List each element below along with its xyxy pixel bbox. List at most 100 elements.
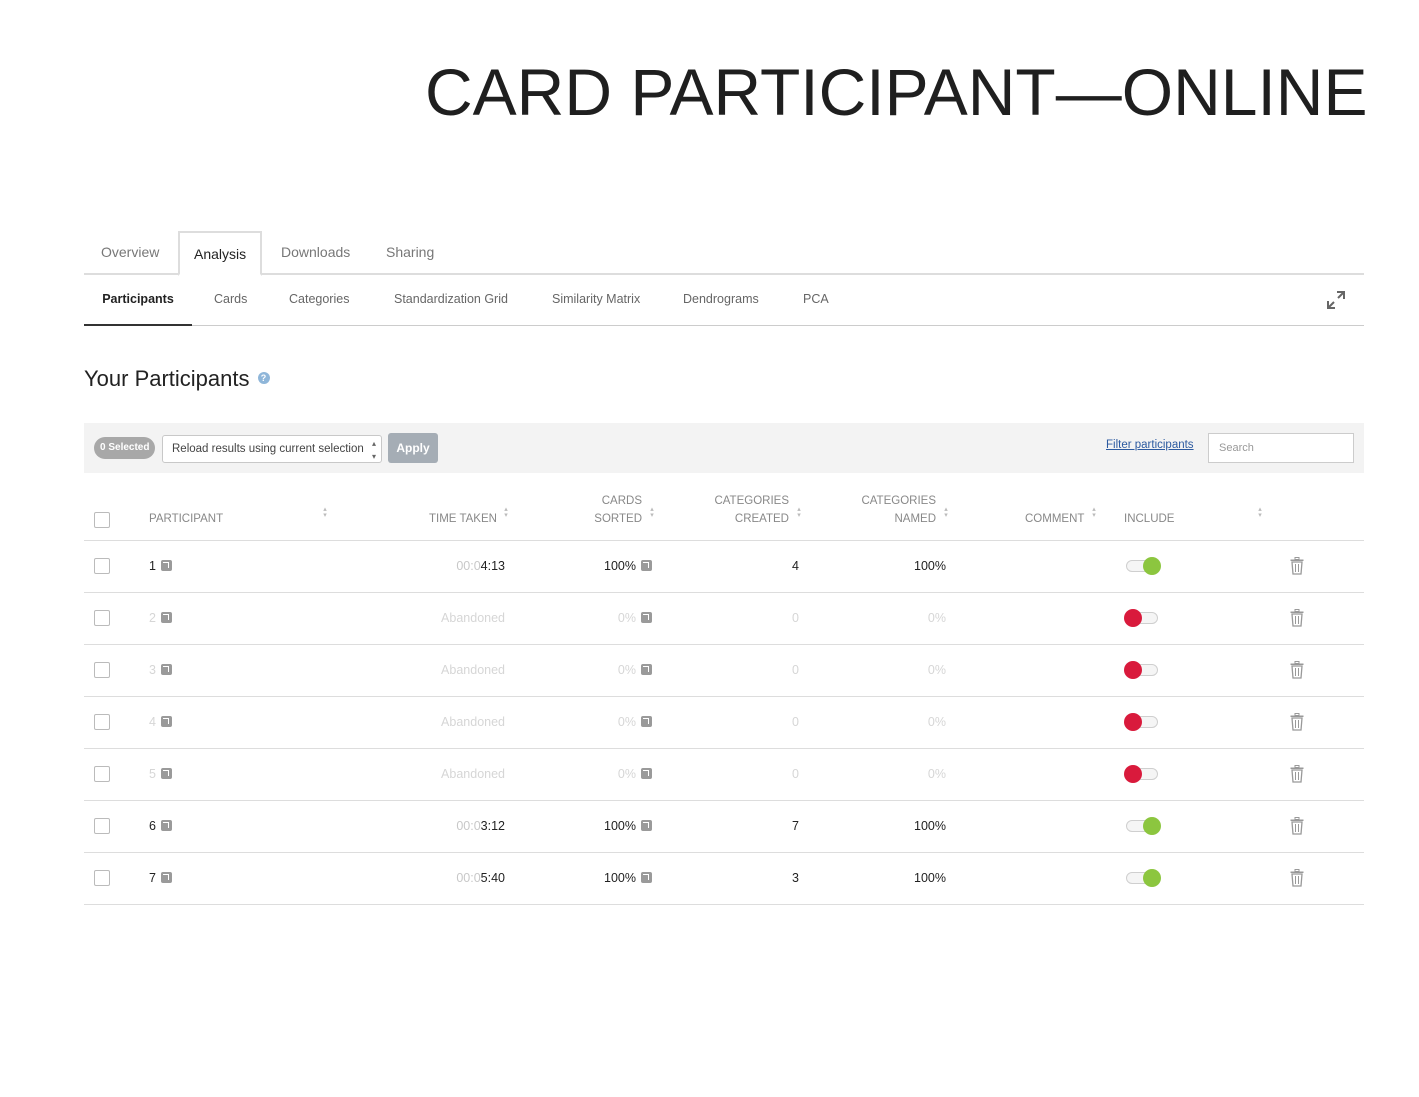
time-taken-cell: 00:04:13 (456, 541, 505, 591)
sort-time-icon[interactable]: ▴ ▾ (502, 506, 510, 519)
apply-button[interactable]: Apply (388, 433, 438, 463)
image-link-icon[interactable] (641, 560, 652, 572)
subtab-cards[interactable]: Cards (214, 276, 247, 326)
expand-arrows-icon[interactable] (1326, 290, 1346, 310)
toggle-knob (1143, 869, 1161, 887)
include-toggle[interactable] (1124, 661, 1160, 679)
image-link-icon[interactable] (641, 872, 652, 884)
row-checkbox[interactable] (94, 870, 110, 886)
header-categories-named-line2: NAMED (894, 513, 936, 525)
row-checkbox[interactable] (94, 662, 110, 678)
time-taken-cell: 00:03:12 (456, 801, 505, 851)
image-link-icon[interactable] (160, 820, 172, 832)
question-circle-icon[interactable]: ? (257, 372, 270, 385)
sort-include-icon[interactable]: ▴ ▾ (1256, 506, 1264, 519)
trash-icon[interactable] (1290, 713, 1304, 731)
include-toggle[interactable] (1124, 713, 1160, 731)
table-header: PARTICIPANT ▴ ▾ TIME TAKEN ▴ ▾ CARDS SORTE… (84, 488, 1364, 541)
image-link-icon[interactable] (160, 716, 172, 728)
subtab-categories[interactable]: Categories (289, 276, 349, 326)
select-arrows-icon: ▴ ▾ (371, 439, 376, 461)
participant-id-cell: 3 (149, 645, 172, 695)
participant-id: 5 (149, 767, 156, 781)
image-link-icon[interactable] (641, 820, 652, 832)
search-input[interactable] (1208, 433, 1354, 463)
subtab-standardization-grid[interactable]: Standardization Grid (394, 276, 508, 326)
time-taken-value: 4:13 (480, 559, 505, 573)
header-categories-created[interactable]: CATEGORIES CREATED (714, 492, 789, 528)
image-link-icon[interactable] (160, 664, 172, 676)
row-checkbox[interactable] (94, 610, 110, 626)
cards-sorted-cell: 0% (618, 593, 652, 643)
sort-participant-icon[interactable]: ▴ ▾ (321, 506, 329, 519)
table-row: 4 Abandoned 0% 0 0% (84, 697, 1364, 749)
filter-participants-link[interactable]: Filter participants (1106, 439, 1194, 451)
header-comment[interactable]: COMMENT (1025, 510, 1084, 528)
main-tabs: Overview Analysis Downloads Sharing (84, 231, 1364, 276)
trash-icon[interactable] (1290, 817, 1304, 835)
reload-results-select[interactable]: Reload results using current selection ▴… (162, 435, 382, 463)
subtab-dendrograms[interactable]: Dendrograms (683, 276, 759, 326)
include-toggle[interactable] (1124, 817, 1161, 835)
slide-title: CARD PARTICIPANT—ONLINE (425, 55, 1368, 129)
trash-icon[interactable] (1290, 765, 1304, 783)
header-participant[interactable]: PARTICIPANT (149, 510, 223, 528)
header-categories-created-line2: CREATED (734, 513, 789, 525)
header-cards-sorted[interactable]: CARDS SORTED (594, 492, 642, 528)
tab-sharing[interactable]: Sharing (386, 231, 434, 275)
image-link-icon[interactable] (160, 768, 172, 780)
tab-downloads[interactable]: Downloads (281, 231, 350, 275)
toggle-knob (1124, 609, 1142, 627)
sort-categories-created-icon[interactable]: ▴ ▾ (795, 506, 803, 519)
row-checkbox[interactable] (94, 714, 110, 730)
include-toggle[interactable] (1124, 609, 1160, 627)
subtab-pca[interactable]: PCA (803, 276, 829, 326)
trash-icon[interactable] (1290, 557, 1304, 575)
participants-toolbar: 0 Selected Reload results using current … (84, 423, 1364, 473)
image-link-icon[interactable] (641, 716, 652, 728)
categories-created-value: 3 (792, 871, 799, 885)
image-link-icon[interactable] (160, 612, 172, 624)
participant-id-cell: 2 (149, 593, 172, 643)
trash-icon[interactable] (1290, 661, 1304, 679)
header-categories-named[interactable]: CATEGORIES NAMED (861, 492, 936, 528)
participant-id: 1 (149, 559, 156, 573)
include-toggle[interactable] (1124, 869, 1161, 887)
toggle-knob (1143, 557, 1161, 575)
header-time-taken[interactable]: TIME TAKEN (429, 510, 497, 528)
time-taken-cell: Abandoned (441, 697, 505, 747)
sort-comment-icon[interactable]: ▴ ▾ (1090, 506, 1098, 519)
image-link-icon[interactable] (160, 872, 172, 884)
participant-id-cell: 6 (149, 801, 172, 851)
tab-overview[interactable]: Overview (101, 231, 159, 275)
header-categories-named-line1: CATEGORIES (861, 495, 936, 507)
subtab-participants[interactable]: Participants (84, 276, 192, 326)
time-taken-cell: Abandoned (441, 749, 505, 799)
image-link-icon[interactable] (641, 612, 652, 624)
participant-id: 4 (149, 715, 156, 729)
participant-id: 2 (149, 611, 156, 625)
row-checkbox[interactable] (94, 818, 110, 834)
image-link-icon[interactable] (641, 664, 652, 676)
include-toggle[interactable] (1124, 557, 1161, 575)
categories-named-value: 0% (927, 611, 946, 625)
time-taken-cell: Abandoned (441, 645, 505, 695)
subtab-similarity-matrix[interactable]: Similarity Matrix (552, 276, 640, 326)
select-all-checkbox[interactable] (94, 512, 110, 528)
row-checkbox[interactable] (94, 558, 110, 574)
sort-categories-named-icon[interactable]: ▴ ▾ (942, 506, 950, 519)
tab-analysis[interactable]: Analysis (178, 231, 263, 276)
image-link-icon[interactable] (160, 560, 172, 572)
image-link-icon[interactable] (641, 768, 652, 780)
header-include[interactable]: INCLUDE (1124, 510, 1174, 528)
sort-cards-sorted-icon[interactable]: ▴ ▾ (648, 506, 656, 519)
categories-named-value: 0% (927, 663, 946, 677)
row-checkbox[interactable] (94, 766, 110, 782)
trash-icon[interactable] (1290, 869, 1304, 887)
page-title: Your Participants? (84, 364, 270, 394)
include-toggle[interactable] (1124, 765, 1160, 783)
participant-id-cell: 1 (149, 541, 172, 591)
categories-created-value: 0 (792, 715, 799, 729)
trash-icon[interactable] (1290, 609, 1304, 627)
time-taken-value: Abandoned (441, 767, 505, 781)
